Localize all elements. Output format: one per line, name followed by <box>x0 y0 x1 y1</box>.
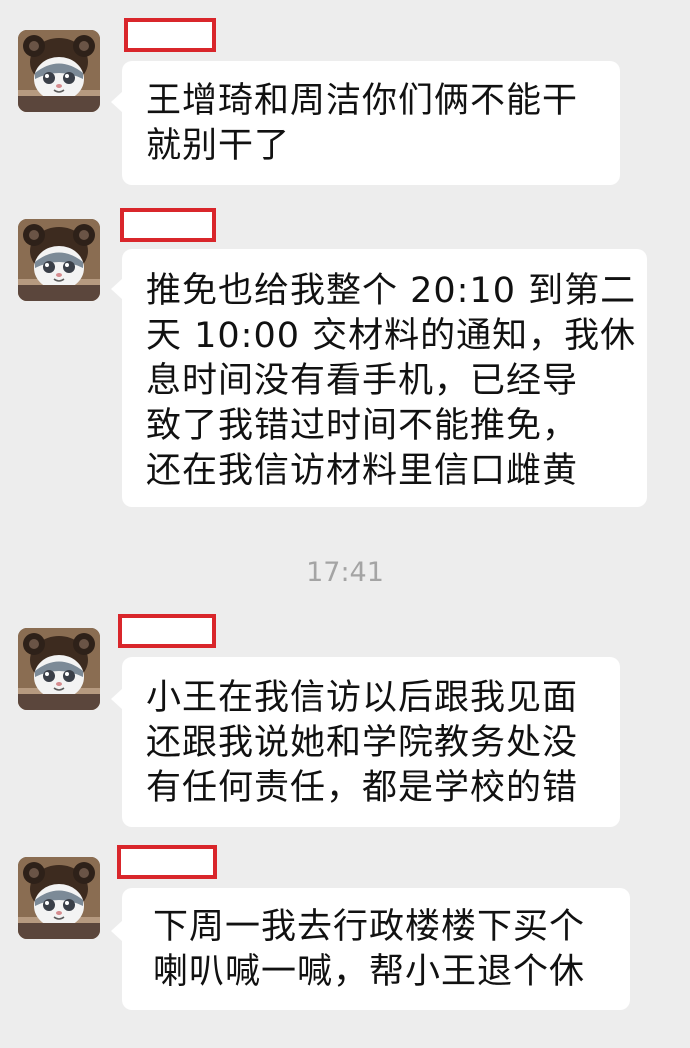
cat-avatar-icon <box>18 857 100 939</box>
message-bubble: 下周一我去行政楼楼下买个 喇叭喊一喊，帮小王退个休 <box>122 888 630 1010</box>
message-timestamp: 17:41 <box>306 557 384 588</box>
redacted-sender-name <box>124 18 216 52</box>
chat-window: 王增琦和周洁你们俩不能干 就别干了 推免也给我整个 20:10 到第二 天 10… <box>0 0 690 1048</box>
message-bubble: 王增琦和周洁你们俩不能干 就别干了 <box>122 61 620 185</box>
avatar[interactable] <box>18 219 100 301</box>
redacted-sender-name <box>117 845 217 879</box>
message-bubble: 小王在我信访以后跟我见面 还跟我说她和学院教务处没 有任何责任，都是学校的错 <box>122 657 620 827</box>
redacted-sender-name <box>120 208 216 242</box>
redacted-sender-name <box>118 614 216 648</box>
cat-avatar-icon <box>18 30 100 112</box>
avatar[interactable] <box>18 30 100 112</box>
cat-avatar-icon <box>18 219 100 301</box>
cat-avatar-icon <box>18 628 100 710</box>
message-bubble: 推免也给我整个 20:10 到第二 天 10:00 交材料的通知，我休 息时间没… <box>122 249 647 507</box>
avatar[interactable] <box>18 628 100 710</box>
avatar[interactable] <box>18 857 100 939</box>
